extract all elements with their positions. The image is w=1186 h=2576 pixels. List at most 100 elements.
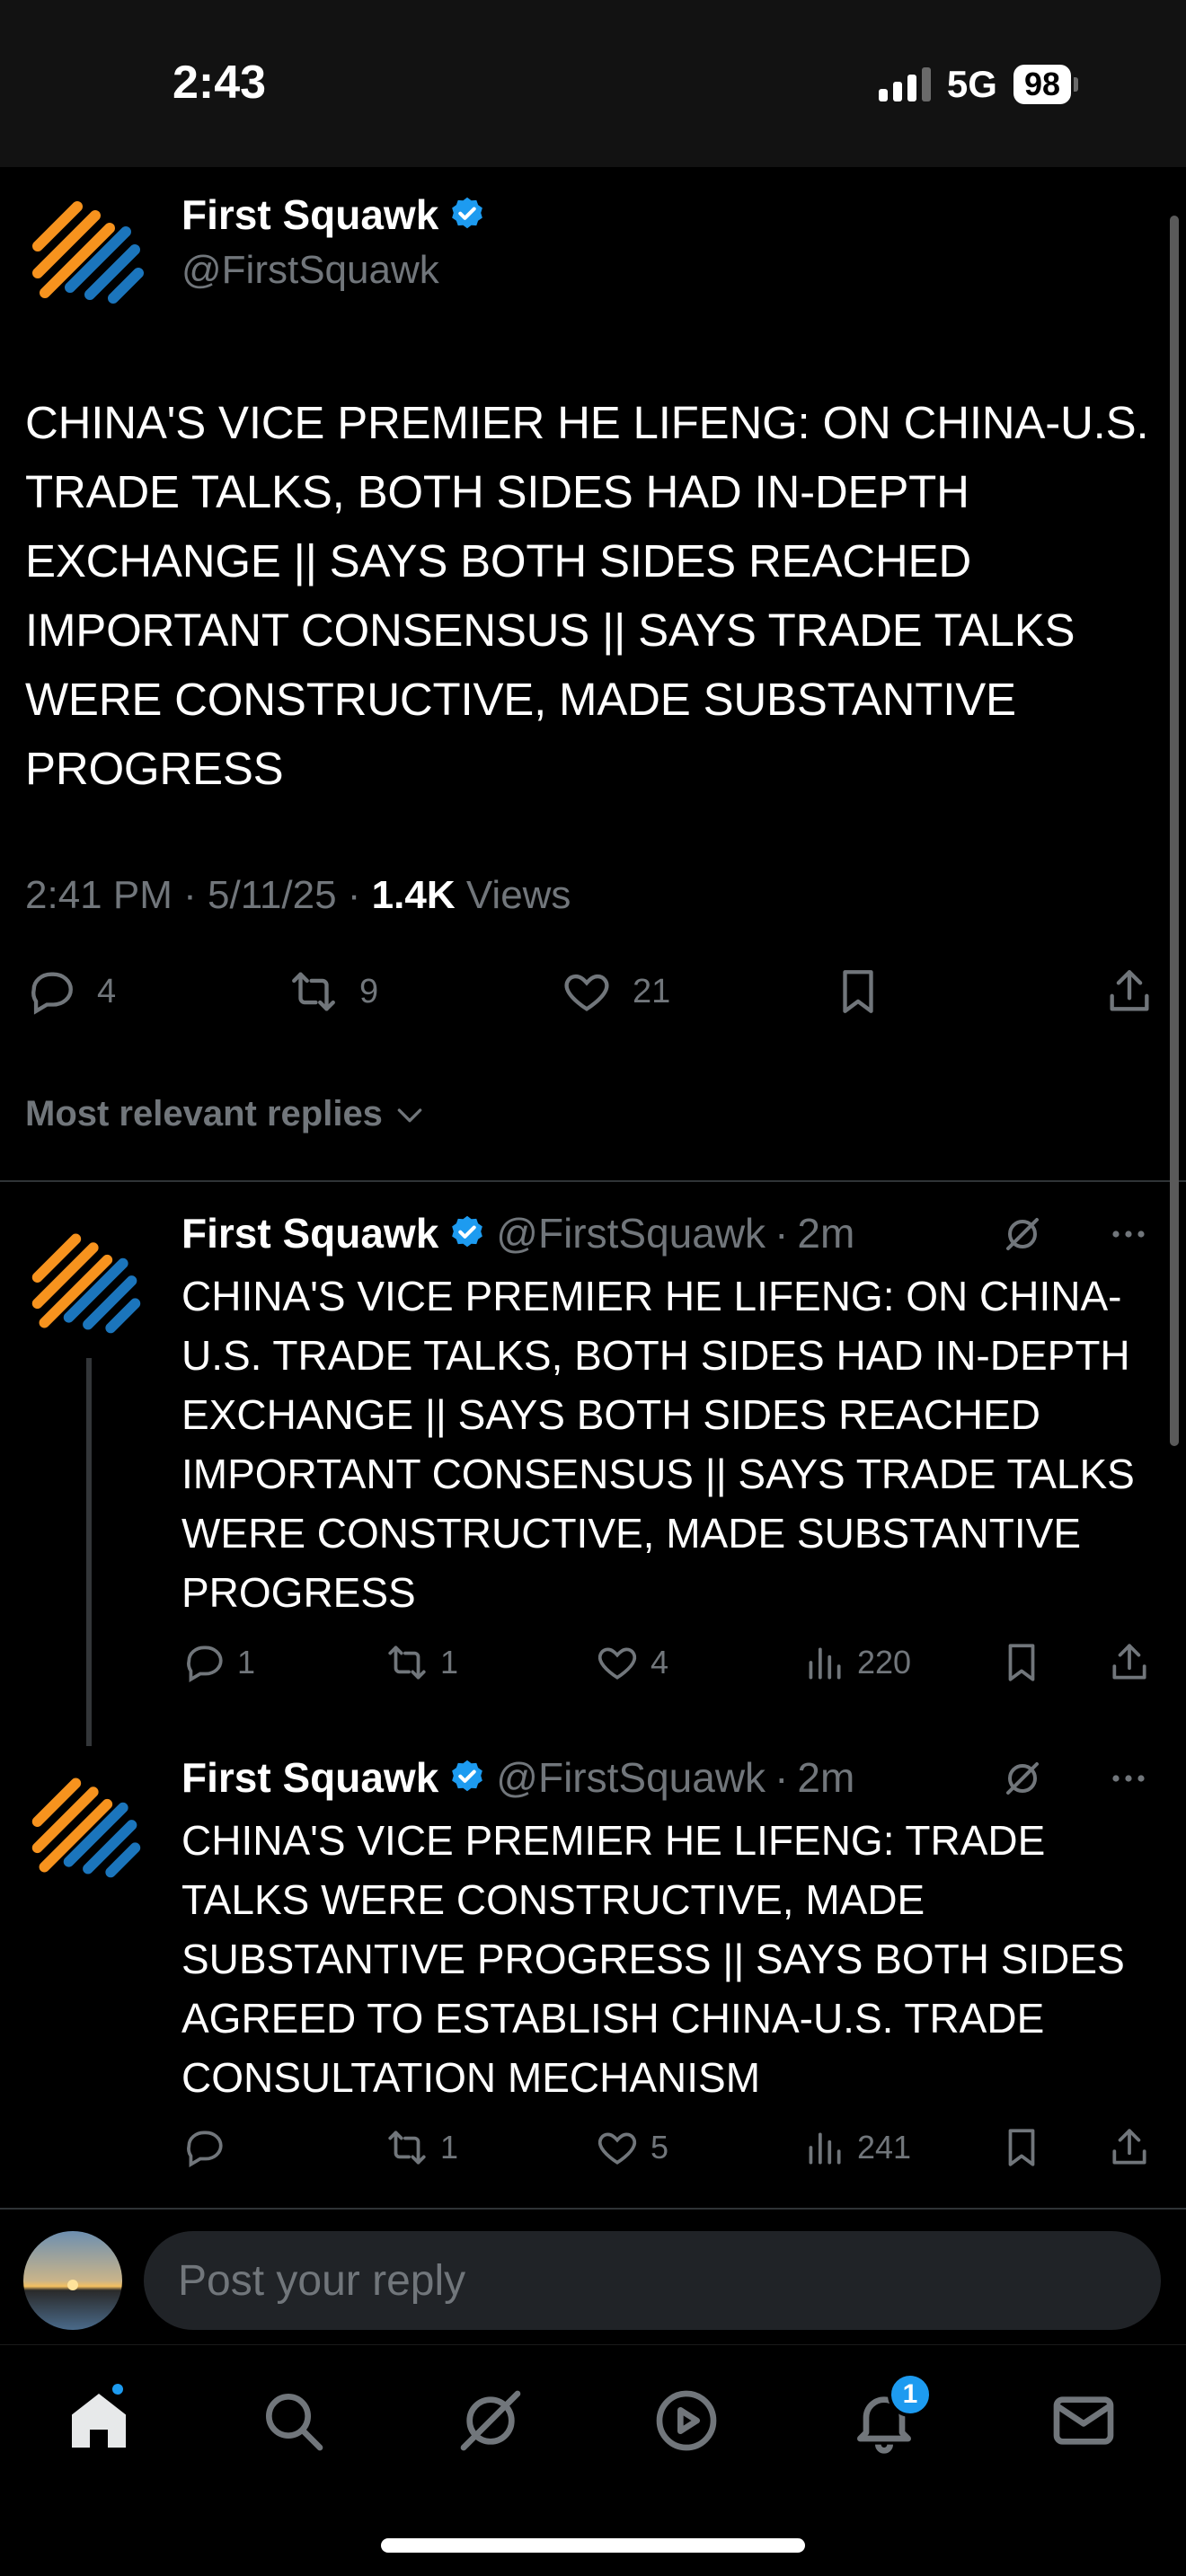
tweet-actions: 4 9 21 xyxy=(25,966,1161,1028)
play-icon xyxy=(656,2390,717,2451)
share-button[interactable] xyxy=(1107,1640,1152,1685)
grok-icon[interactable] xyxy=(1001,1757,1044,1800)
reply-count: 4 xyxy=(97,972,117,1010)
reply-text: CHINA'S VICE PREMIER HE LIFENG: ON CHINA… xyxy=(181,1273,1135,1616)
home-indicator[interactable] xyxy=(381,2538,805,2553)
battery-icon: 98 xyxy=(1013,65,1078,104)
first-squawk-logo-icon xyxy=(31,1233,141,1334)
reply-author-name[interactable]: First Squawk xyxy=(181,1209,438,1257)
verified-badge-icon xyxy=(452,1215,483,1248)
views-count: 1.4K xyxy=(371,873,456,917)
status-indicators: 5G 98 xyxy=(878,63,1078,106)
tweet-date[interactable]: 5/11/25 xyxy=(208,873,337,917)
mail-icon xyxy=(1053,2396,1114,2445)
reply-button[interactable]: 1 xyxy=(181,1640,255,1685)
reply-author-name[interactable]: First Squawk xyxy=(181,1753,438,1802)
reply-author-handle[interactable]: @FirstSquawk xyxy=(496,1209,766,1257)
author-name[interactable]: First Squawk xyxy=(181,190,487,239)
bookmark-button[interactable] xyxy=(999,1640,1044,1685)
reply-header: First Squawk @FirstSquawk · 2m xyxy=(181,1209,855,1257)
home-new-dot xyxy=(110,2381,126,2397)
views-button[interactable]: 220 xyxy=(801,1640,911,1685)
bookmark-icon xyxy=(843,970,873,1013)
repost-icon xyxy=(292,972,335,1011)
reply-author-avatar[interactable] xyxy=(25,1220,147,1342)
tweet-time[interactable]: 2:41 PM xyxy=(25,873,173,917)
repost-button[interactable]: 9 xyxy=(288,966,378,1018)
reply-header: First Squawk @FirstSquawk · 2m xyxy=(181,1753,855,1802)
reply-menu xyxy=(1001,1213,1150,1256)
reply-time[interactable]: 2m xyxy=(797,1753,854,1802)
reply-author-avatar[interactable] xyxy=(25,1764,147,1886)
reply-icon xyxy=(187,2130,223,2168)
tweet-meta: 2:41 PM · 5/11/25 · 1.4K Views xyxy=(25,873,571,917)
repost-count: 9 xyxy=(359,972,379,1010)
like-count: 21 xyxy=(633,972,671,1010)
network-type: 5G xyxy=(946,63,997,105)
sunset-photo-icon xyxy=(23,2231,122,2330)
heart-icon xyxy=(597,1647,637,1680)
author-handle[interactable]: @FirstSquawk xyxy=(181,248,439,293)
share-icon xyxy=(1110,970,1149,1011)
first-squawk-logo-icon xyxy=(32,201,144,304)
status-bar: 2:43 5G 98 xyxy=(0,0,1186,167)
current-user-avatar[interactable] xyxy=(23,2231,122,2330)
tab-video[interactable] xyxy=(651,2385,722,2457)
like-count: 4 xyxy=(651,1644,669,1681)
like-count: 5 xyxy=(651,2129,669,2166)
bookmark-button[interactable] xyxy=(832,966,884,1018)
like-button[interactable]: 21 xyxy=(561,966,670,1018)
reply-author-handle[interactable]: @FirstSquawk xyxy=(496,1753,766,1802)
repost-button[interactable]: 1 xyxy=(385,2125,458,2170)
thread-line xyxy=(86,1358,92,1746)
verified-badge-icon xyxy=(452,1760,483,1792)
first-squawk-logo-icon xyxy=(31,1778,141,1878)
reply-button[interactable]: 4 xyxy=(25,966,116,1018)
bookmark-icon xyxy=(1008,1644,1035,1681)
reply-button[interactable] xyxy=(181,2125,237,2170)
share-button[interactable] xyxy=(1107,2125,1152,2170)
like-button[interactable]: 5 xyxy=(595,2125,668,2170)
reply-text: CHINA'S VICE PREMIER HE LIFENG: TRADE TA… xyxy=(181,1817,1125,2101)
reply-icon xyxy=(187,1645,223,1683)
tab-search[interactable] xyxy=(257,2385,329,2457)
home-icon xyxy=(72,2394,126,2448)
reply-menu xyxy=(1001,1757,1150,1800)
grok-icon[interactable] xyxy=(1001,1213,1044,1256)
views-count: 220 xyxy=(857,1644,912,1681)
tab-grok[interactable] xyxy=(455,2385,527,2457)
replies-sort-label: Most relevant replies xyxy=(25,1094,383,1134)
cellular-signal-icon xyxy=(878,67,931,101)
repost-icon xyxy=(388,2130,426,2165)
like-button[interactable]: 4 xyxy=(595,1640,668,1685)
reply-actions: 1 5 241 xyxy=(181,2125,1170,2179)
repost-count: 1 xyxy=(440,1644,459,1681)
views-count: 241 xyxy=(857,2129,912,2166)
bookmark-icon xyxy=(1008,2129,1035,2166)
verified-badge-icon xyxy=(452,197,483,229)
author-avatar[interactable] xyxy=(25,187,151,313)
analytics-icon xyxy=(809,2132,841,2165)
author-name-text[interactable]: First Squawk xyxy=(181,190,438,239)
views-button[interactable]: 241 xyxy=(801,2125,911,2170)
tab-messages[interactable] xyxy=(1048,2385,1120,2457)
share-icon xyxy=(1112,2129,1146,2165)
share-icon xyxy=(1112,1644,1146,1680)
status-time: 2:43 xyxy=(173,57,267,109)
reply-input[interactable] xyxy=(144,2231,1161,2330)
chevron-down-icon xyxy=(397,1107,422,1122)
views-label: Views xyxy=(465,873,571,917)
tab-notifications[interactable]: 1 xyxy=(848,2372,933,2457)
more-options-icon[interactable] xyxy=(1107,1213,1150,1256)
share-button[interactable] xyxy=(1103,966,1155,1018)
tab-home[interactable] xyxy=(63,2381,135,2457)
scrollbar[interactable] xyxy=(1170,216,1179,1446)
more-options-icon[interactable] xyxy=(1107,1757,1150,1800)
notifications-badge: 1 xyxy=(888,2372,933,2417)
reply-count: 1 xyxy=(237,1644,256,1681)
replies-sort-dropdown[interactable]: Most relevant replies xyxy=(25,1094,428,1134)
bookmark-button[interactable] xyxy=(999,2125,1044,2170)
search-icon xyxy=(266,2394,323,2451)
repost-button[interactable]: 1 xyxy=(385,1640,458,1685)
reply-time[interactable]: 2m xyxy=(797,1209,854,1257)
